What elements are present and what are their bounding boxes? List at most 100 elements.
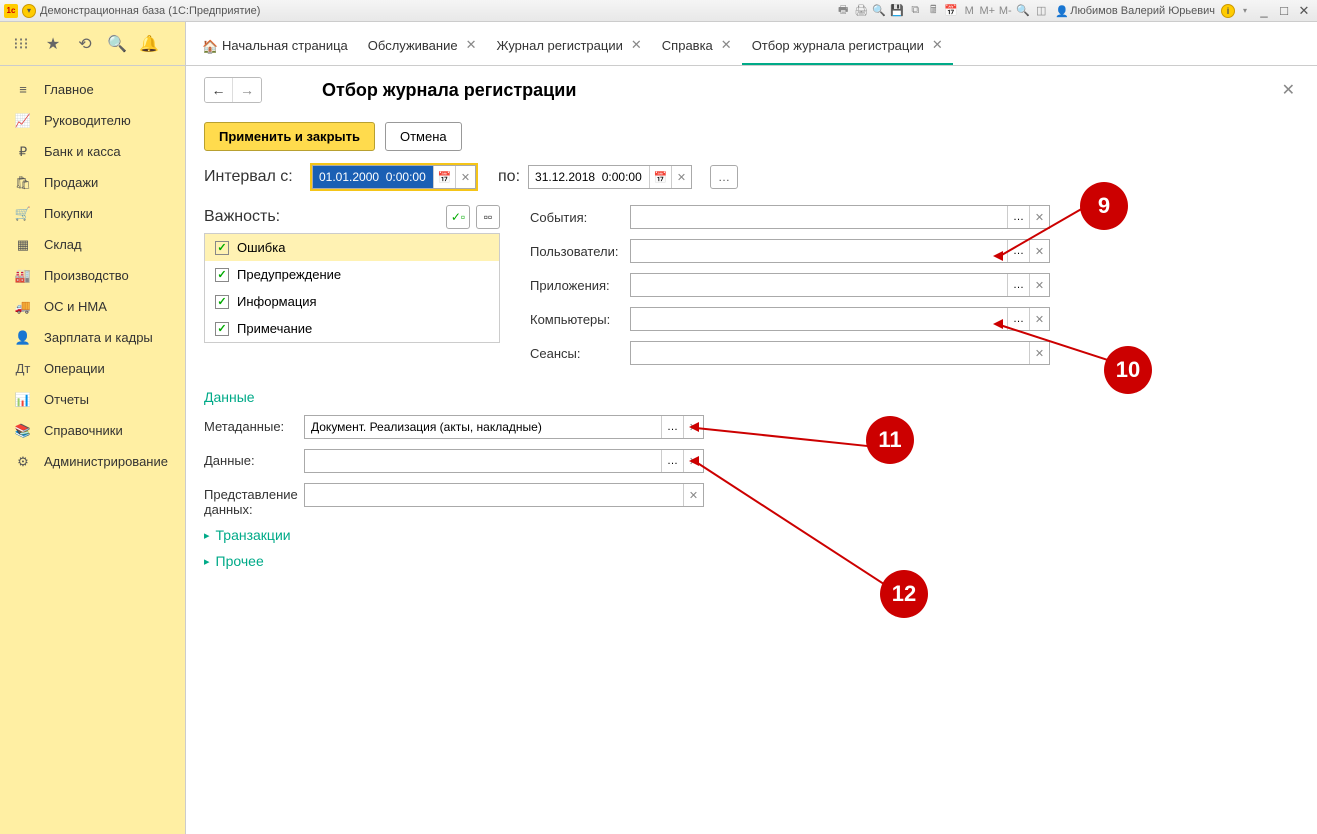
sidebar-icon: 📈 — [14, 114, 32, 128]
tab-close-icon[interactable]: ✕ — [721, 37, 732, 53]
sidebar-item-зарплата-и-кадры[interactable]: 👤Зарплата и кадры — [0, 322, 185, 353]
save-icon[interactable]: 💾 — [889, 3, 905, 19]
calendar-from-icon[interactable]: 📅 — [433, 166, 455, 188]
tabs: 🏠Начальная страницаОбслуживание✕Журнал р… — [186, 22, 953, 65]
tab-начальная-страница[interactable]: 🏠Начальная страница — [192, 26, 358, 65]
sidebar-item-операции[interactable]: ДтОперации — [0, 353, 185, 384]
filter-picker-button[interactable]: … — [1007, 206, 1029, 228]
sidebar-item-главное[interactable]: ≡Главное — [0, 74, 185, 105]
app-menu-dropdown[interactable]: ▾ — [22, 4, 36, 18]
sidebar-item-справочники[interactable]: 📚Справочники — [0, 415, 185, 446]
close-page-button[interactable]: ✕ — [1278, 76, 1299, 104]
metadata-input[interactable] — [305, 416, 661, 438]
print-icon[interactable]: 🖨 — [853, 3, 869, 19]
history-icon[interactable]: ⟲ — [76, 35, 94, 53]
zoom-icon[interactable]: 🔍 — [1015, 3, 1031, 19]
maximize-button[interactable]: □ — [1275, 3, 1293, 19]
search-doc-icon[interactable]: 🔍 — [871, 3, 887, 19]
clear-to-button[interactable]: ✕ — [671, 166, 691, 188]
filter-clear-button[interactable]: ✕ — [1029, 308, 1049, 330]
interval-picker-button[interactable]: … — [710, 165, 738, 189]
importance-item-label: Информация — [237, 294, 317, 309]
repr-input[interactable] — [305, 484, 683, 506]
sidebar-item-банк-и-касса[interactable]: ₽Банк и касса — [0, 136, 185, 167]
favorites-icon[interactable]: ★ — [44, 35, 62, 53]
memory-mplus-icon[interactable]: M+ — [979, 3, 995, 19]
tab-close-icon[interactable]: ✕ — [631, 37, 642, 53]
checkbox-icon[interactable]: ✓ — [215, 268, 229, 282]
tab-close-icon[interactable]: ✕ — [466, 37, 477, 53]
callout-arrowhead — [689, 422, 699, 432]
metadata-picker-button[interactable]: … — [661, 416, 683, 438]
toolbar-row: ⁝⁝⁝ ★ ⟲ 🔍 🔔 🏠Начальная страницаОбслужива… — [0, 22, 1317, 66]
interval-to-input[interactable] — [529, 166, 649, 188]
metadata-label: Метаданные: — [204, 415, 304, 434]
sidebar-item-производство[interactable]: 🏭Производство — [0, 260, 185, 291]
check-all-button[interactable]: ✓▫ — [446, 205, 470, 229]
interval-from-input[interactable] — [313, 166, 433, 188]
uncheck-all-button[interactable]: ▫▫ — [476, 205, 500, 229]
apply-close-button[interactable]: Применить и закрыть — [204, 122, 375, 151]
notifications-icon[interactable]: 🔔 — [140, 35, 158, 53]
data-picker-button[interactable]: … — [661, 450, 683, 472]
memory-m-icon[interactable]: M — [961, 3, 977, 19]
sidebar-item-руководителю[interactable]: 📈Руководителю — [0, 105, 185, 136]
checkbox-icon[interactable]: ✓ — [215, 241, 229, 255]
repr-clear-button[interactable]: ✕ — [683, 484, 703, 506]
filter-row-события: События:…✕ — [530, 205, 1050, 229]
importance-item-примечание[interactable]: ✓Примечание — [205, 315, 499, 342]
tab-отбор-журнала-регистрации[interactable]: Отбор журнала регистрации✕ — [742, 25, 953, 65]
compare-icon[interactable]: ⧉ — [907, 3, 923, 19]
search-icon[interactable]: 🔍 — [108, 35, 126, 53]
tab-обслуживание[interactable]: Обслуживание✕ — [358, 25, 487, 65]
importance-item-предупреждение[interactable]: ✓Предупреждение — [205, 261, 499, 288]
filter-clear-button[interactable]: ✕ — [1029, 274, 1049, 296]
minimize-button[interactable]: _ — [1255, 3, 1273, 19]
calculator-icon[interactable]: 🖩 — [925, 3, 941, 19]
tab-журнал-регистрации[interactable]: Журнал регистрации✕ — [486, 25, 651, 65]
sidebar-icon: ≡ — [14, 83, 32, 97]
sidebar-item-продажи[interactable]: 🛍Продажи — [0, 167, 185, 198]
checkbox-icon[interactable]: ✓ — [215, 295, 229, 309]
calendar-icon[interactable]: 📅 — [943, 3, 959, 19]
filter-input[interactable] — [631, 274, 1007, 296]
sidebar-icon: 🛒 — [14, 207, 32, 221]
cancel-button[interactable]: Отмена — [385, 122, 462, 151]
calendar-to-icon[interactable]: 📅 — [649, 166, 671, 188]
memory-mminus-icon[interactable]: M- — [997, 3, 1013, 19]
sidebar-item-покупки[interactable]: 🛒Покупки — [0, 198, 185, 229]
user-badge[interactable]: 👤 Любимов Валерий Юрьевич — [1055, 5, 1215, 17]
checkbox-icon[interactable]: ✓ — [215, 322, 229, 336]
importance-item-информация[interactable]: ✓ Информация — [205, 288, 499, 315]
metadata-field: … ✕ — [304, 415, 704, 439]
sidebar-item-отчеты[interactable]: 📊Отчеты — [0, 384, 185, 415]
other-section[interactable]: ▸ Прочее — [204, 553, 1299, 569]
close-window-button[interactable]: ✕ — [1295, 3, 1313, 19]
info-dropdown[interactable]: ▾ — [1237, 3, 1253, 19]
info-button[interactable]: i — [1221, 4, 1235, 18]
filter-clear-button[interactable]: ✕ — [1029, 342, 1049, 364]
transactions-section[interactable]: ▸ Транзакции — [204, 527, 1299, 543]
clear-from-button[interactable]: ✕ — [455, 166, 475, 188]
importance-item-label: Ошибка — [237, 240, 285, 255]
filter-picker-button[interactable]: … — [1007, 274, 1029, 296]
chevron-right-icon: ▸ — [204, 529, 210, 542]
sidebar-item-склад[interactable]: ▦Склад — [0, 229, 185, 260]
importance-item-ошибка[interactable]: ✓ Ошибка — [205, 234, 499, 261]
nav-forward-button[interactable]: → — [233, 78, 261, 102]
nav-back-button[interactable]: ← — [205, 78, 233, 102]
panel-icon[interactable]: ◫ — [1033, 3, 1049, 19]
filter-clear-button[interactable]: ✕ — [1029, 240, 1049, 262]
print-preview-icon[interactable]: 🖶 — [835, 3, 851, 19]
tab-close-icon[interactable]: ✕ — [932, 37, 943, 53]
filter-input[interactable] — [631, 206, 1007, 228]
filter-input[interactable] — [631, 342, 1029, 364]
data-input[interactable] — [305, 450, 661, 472]
filter-input[interactable] — [631, 308, 1007, 330]
filter-input[interactable] — [631, 240, 1007, 262]
apps-icon[interactable]: ⁝⁝⁝ — [12, 35, 30, 53]
sidebar-item-ос-и-нма[interactable]: 🚚ОС и НМА — [0, 291, 185, 322]
sidebar-item-администрирование[interactable]: ⚙Администрирование — [0, 446, 185, 477]
filter-clear-button[interactable]: ✕ — [1029, 206, 1049, 228]
tab-справка[interactable]: Справка✕ — [652, 25, 742, 65]
